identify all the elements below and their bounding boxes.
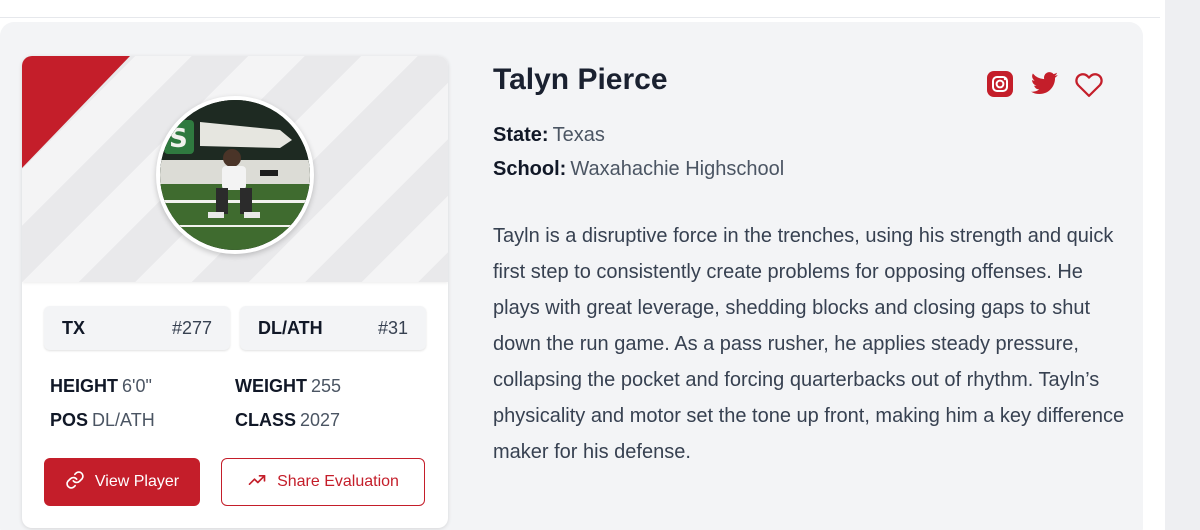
state-label: State: [493, 124, 549, 146]
state-rank-box: TX #277 [44, 306, 230, 350]
instagram-icon[interactable] [984, 68, 1016, 100]
weight-value: 255 [311, 376, 342, 396]
svg-text:S: S [169, 124, 188, 154]
pos-value: DL/ATH [92, 410, 155, 430]
position-rank-value: #31 [377, 317, 408, 338]
class-value: 2027 [300, 410, 341, 430]
school-label: School: [493, 158, 567, 180]
attr-pos: POS DL/ATH [50, 410, 155, 431]
attr-height: HEIGHT 6'0" [50, 376, 152, 397]
trending-up-icon [247, 470, 267, 495]
class-label: CLASS [235, 410, 297, 430]
state-rank-value: #277 [171, 317, 212, 338]
player-card: S TX #277 DL/ATH #31 HEIGHT 6'0" WEIGHT 25… [22, 56, 448, 528]
school-value: Waxahachie Highschool [570, 158, 785, 180]
pos-label: POS [50, 410, 89, 430]
attr-weight: WEIGHT 255 [235, 376, 341, 397]
view-player-button[interactable]: View Player [44, 458, 200, 506]
player-bio: Tayln is a disruptive force in the trenc… [493, 225, 1125, 463]
player-name: Talyn Pierce [493, 63, 668, 96]
state-rank-label: TX [62, 317, 86, 338]
twitter-icon[interactable] [1029, 68, 1061, 100]
share-evaluation-label: Share Evaluation [277, 473, 399, 490]
corner-accent [22, 56, 130, 168]
link-icon [65, 470, 85, 495]
card-hero: S [22, 56, 448, 282]
state-value: Texas [552, 124, 605, 146]
state-info: State: Texas [493, 124, 605, 147]
position-rank-label: DL/ATH [258, 317, 323, 338]
view-player-label: View Player [94, 473, 180, 490]
player-avatar: S [156, 96, 314, 254]
weight-label: WEIGHT [235, 376, 307, 396]
page-gutter [1165, 0, 1200, 530]
heart-icon[interactable] [1073, 68, 1105, 100]
top-bar [0, 0, 1160, 18]
position-rank-box: DL/ATH #31 [240, 306, 426, 350]
height-value: 6'0" [122, 376, 152, 396]
height-label: HEIGHT [50, 376, 119, 396]
school-info: School: Waxahachie Highschool [493, 158, 784, 181]
attr-class: CLASS 2027 [235, 410, 340, 431]
share-evaluation-button[interactable]: Share Evaluation [221, 458, 425, 506]
